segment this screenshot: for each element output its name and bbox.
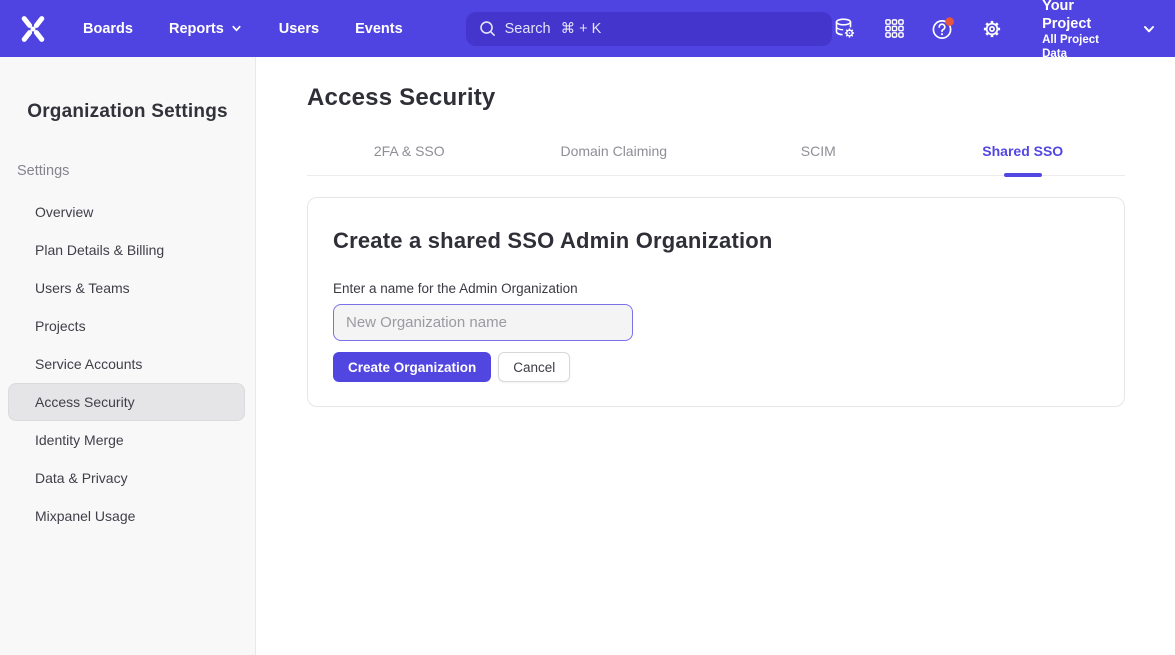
nav-users[interactable]: Users	[279, 21, 319, 37]
chevron-down-icon	[230, 22, 243, 35]
search-icon	[478, 19, 497, 38]
search-placeholder: Search	[505, 21, 551, 37]
page-title: Access Security	[307, 84, 1125, 112]
create-admin-org-card: Create a shared SSO Admin Organization E…	[307, 197, 1125, 407]
settings-sidebar: Organization Settings Settings Overview …	[0, 57, 256, 655]
sidebar-item-identity-merge[interactable]: Identity Merge	[0, 421, 255, 459]
tab-bar: 2FA & SSO Domain Claiming SCIM Shared SS…	[307, 143, 1125, 176]
sidebar-item-access-security[interactable]: Access Security	[8, 383, 245, 421]
nav-reports[interactable]: Reports	[169, 21, 243, 37]
search-shortcut: ⌘ + K	[561, 21, 602, 37]
settings-gear-icon	[980, 17, 1004, 41]
data-management-icon	[833, 17, 857, 41]
create-organization-button[interactable]: Create Organization	[333, 352, 491, 382]
tab-shared-sso[interactable]: Shared SSO	[921, 143, 1126, 175]
org-name-input[interactable]	[333, 304, 633, 341]
sidebar-item-overview[interactable]: Overview	[0, 193, 255, 231]
search-input[interactable]: Search ⌘ + K	[466, 12, 833, 46]
data-management-button[interactable]	[832, 16, 858, 42]
sidebar-item-users-teams[interactable]: Users & Teams	[0, 269, 255, 307]
tab-scim[interactable]: SCIM	[716, 143, 921, 175]
sidebar-items: Overview Plan Details & Billing Users & …	[0, 193, 255, 535]
nav-boards[interactable]: Boards	[83, 21, 133, 37]
tab-2fa-sso[interactable]: 2FA & SSO	[307, 143, 512, 175]
help-button[interactable]	[930, 16, 956, 42]
mixpanel-logo[interactable]	[18, 14, 48, 44]
navbar-actions: Your Project All Project Data	[832, 0, 1157, 61]
sidebar-title: Organization Settings	[0, 101, 255, 123]
chevron-down-icon	[1141, 21, 1157, 37]
cancel-button[interactable]: Cancel	[498, 352, 570, 382]
org-name-label: Enter a name for the Admin Organization	[333, 281, 1099, 296]
apps-grid-button[interactable]	[881, 16, 907, 42]
main-nav: Boards Reports Users Events	[83, 21, 403, 37]
sidebar-item-mixpanel-usage[interactable]: Mixpanel Usage	[0, 497, 255, 535]
project-info: Your Project All Project Data	[1042, 0, 1127, 61]
sidebar-item-data-privacy[interactable]: Data & Privacy	[0, 459, 255, 497]
sidebar-section-label: Settings	[17, 163, 255, 179]
apps-grid-icon	[883, 17, 906, 40]
settings-gear-button[interactable]	[979, 16, 1005, 42]
sidebar-item-plan-details-billing[interactable]: Plan Details & Billing	[0, 231, 255, 269]
nav-reports-label: Reports	[169, 21, 224, 37]
tab-domain-claiming[interactable]: Domain Claiming	[512, 143, 717, 175]
project-switcher[interactable]: Your Project All Project Data	[1042, 0, 1157, 61]
sidebar-item-projects[interactable]: Projects	[0, 307, 255, 345]
project-title: Your Project	[1042, 0, 1127, 33]
nav-events[interactable]: Events	[355, 21, 403, 37]
top-navbar: Boards Reports Users Events Search ⌘ + K	[0, 0, 1175, 57]
sidebar-item-service-accounts[interactable]: Service Accounts	[0, 345, 255, 383]
card-actions: Create Organization Cancel	[333, 352, 1099, 382]
main-content: Access Security 2FA & SSO Domain Claimin…	[256, 57, 1175, 655]
card-heading: Create a shared SSO Admin Organization	[333, 228, 1099, 254]
help-icon	[930, 16, 956, 42]
